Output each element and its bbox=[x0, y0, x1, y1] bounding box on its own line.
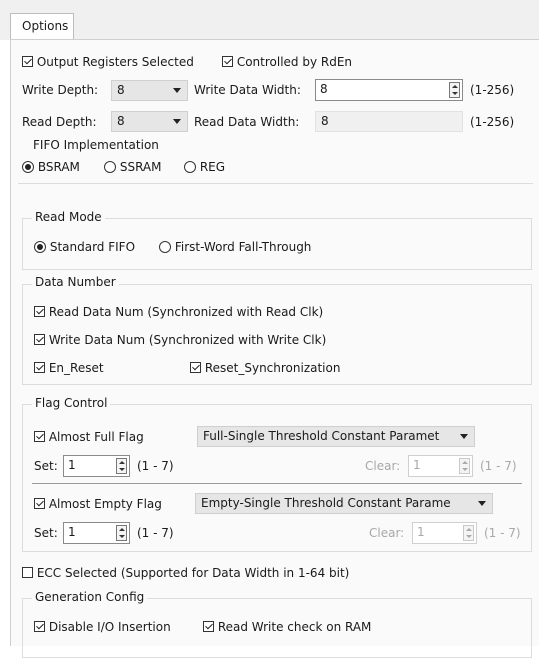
checkbox-icon bbox=[22, 567, 33, 578]
write-range-label: (1-256) bbox=[470, 83, 515, 97]
write-depth-label: Write Depth: bbox=[22, 83, 99, 97]
checkbox-icon bbox=[34, 498, 45, 509]
read-mode-title: Read Mode bbox=[32, 210, 105, 224]
almost-full-set-range: (1 - 7) bbox=[137, 459, 174, 473]
radio-reg[interactable]: REG bbox=[184, 160, 225, 174]
read-data-num-checkbox[interactable]: Read Data Num (Synchronized with Read Cl… bbox=[34, 305, 323, 319]
write-data-num-checkbox[interactable]: Write Data Num (Synchronized with Write … bbox=[34, 333, 326, 347]
fifo-implementation-title: FIFO Implementation bbox=[30, 138, 162, 152]
chevron-down-icon bbox=[460, 434, 468, 439]
flag-control-title: Flag Control bbox=[32, 396, 111, 410]
checkbox-icon bbox=[34, 362, 45, 373]
almost-empty-mode-select[interactable]: Empty-Single Threshold Constant Parame bbox=[195, 493, 493, 514]
read-data-width-label: Read Data Width: bbox=[194, 115, 300, 129]
almost-full-set-spinner[interactable]: 1 bbox=[63, 455, 130, 477]
almost-empty-set-spinner[interactable]: 1 bbox=[63, 522, 130, 544]
reset-synchronization-checkbox[interactable]: Reset_Synchronization bbox=[190, 361, 340, 375]
almost-full-set-label: Set: bbox=[34, 459, 58, 473]
almost-empty-clear-spinner[interactable]: 1 bbox=[412, 522, 477, 544]
checkbox-icon bbox=[203, 621, 214, 632]
almost-empty-clear-range: (1 - 7) bbox=[484, 526, 521, 540]
tab-options[interactable]: Options bbox=[10, 13, 74, 40]
radio-icon bbox=[159, 241, 171, 253]
en-reset-checkbox[interactable]: En_Reset bbox=[34, 361, 104, 375]
generation-config-title: Generation Config bbox=[32, 590, 148, 604]
disable-io-insertion-checkbox[interactable]: Disable I/O Insertion bbox=[34, 620, 171, 634]
almost-empty-set-label: Set: bbox=[34, 526, 58, 540]
almost-full-clear-label: Clear: bbox=[365, 459, 401, 473]
spin-arrows-icon[interactable] bbox=[449, 82, 460, 98]
tab-label: Options bbox=[22, 19, 69, 33]
read-data-width-field: 8 bbox=[315, 111, 463, 132]
output-registers-checkbox[interactable]: Output Registers Selected bbox=[22, 55, 194, 69]
chevron-down-icon bbox=[173, 88, 181, 93]
read-depth-label: Read Depth: bbox=[22, 115, 97, 129]
flag-separator bbox=[32, 483, 522, 484]
controlled-by-rden-checkbox[interactable]: Controlled by RdEn bbox=[222, 55, 352, 69]
checkbox-icon bbox=[22, 56, 33, 67]
spin-arrows-icon[interactable] bbox=[463, 525, 474, 541]
data-number-title: Data Number bbox=[32, 275, 119, 289]
radio-first-word-fall-through[interactable]: First-Word Fall-Through bbox=[159, 240, 311, 254]
checkbox-icon bbox=[34, 334, 45, 345]
tab-bar bbox=[0, 0, 539, 40]
almost-full-mode-select[interactable]: Full-Single Threshold Constant Paramet bbox=[197, 426, 475, 447]
checkbox-icon bbox=[34, 306, 45, 317]
almost-full-clear-spinner[interactable]: 1 bbox=[408, 455, 473, 477]
read-write-check-checkbox[interactable]: Read Write check on RAM bbox=[203, 620, 371, 634]
checkbox-icon bbox=[34, 431, 45, 442]
almost-empty-clear-label: Clear: bbox=[369, 526, 405, 540]
radio-icon bbox=[104, 161, 116, 173]
almost-full-clear-range: (1 - 7) bbox=[480, 459, 517, 473]
radio-icon bbox=[184, 161, 196, 173]
read-depth-select[interactable]: 8 bbox=[111, 111, 188, 132]
radio-icon bbox=[34, 241, 46, 253]
write-depth-select[interactable]: 8 bbox=[111, 80, 188, 101]
checkbox-icon bbox=[222, 56, 233, 67]
spin-arrows-icon[interactable] bbox=[116, 458, 127, 474]
almost-empty-flag-checkbox[interactable]: Almost Empty Flag bbox=[34, 497, 162, 511]
ecc-selected-checkbox[interactable]: ECC Selected (Supported for Data Width i… bbox=[22, 566, 349, 580]
write-data-width-label: Write Data Width: bbox=[194, 83, 301, 97]
chevron-down-icon bbox=[173, 119, 181, 124]
radio-icon bbox=[22, 161, 34, 173]
radio-standard-fifo[interactable]: Standard FIFO bbox=[34, 240, 135, 254]
spin-arrows-icon[interactable] bbox=[116, 525, 127, 541]
almost-empty-set-range: (1 - 7) bbox=[137, 526, 174, 540]
read-range-label: (1-256) bbox=[470, 115, 515, 129]
chevron-down-icon bbox=[478, 501, 486, 506]
spin-arrows-icon[interactable] bbox=[459, 458, 470, 474]
radio-ssram[interactable]: SSRAM bbox=[104, 160, 161, 174]
write-data-width-spinner[interactable]: 8 bbox=[315, 79, 463, 101]
radio-bsram[interactable]: BSRAM bbox=[22, 160, 80, 174]
almost-full-flag-checkbox[interactable]: Almost Full Flag bbox=[34, 430, 144, 444]
checkbox-icon bbox=[190, 362, 201, 373]
checkbox-icon bbox=[34, 621, 45, 632]
